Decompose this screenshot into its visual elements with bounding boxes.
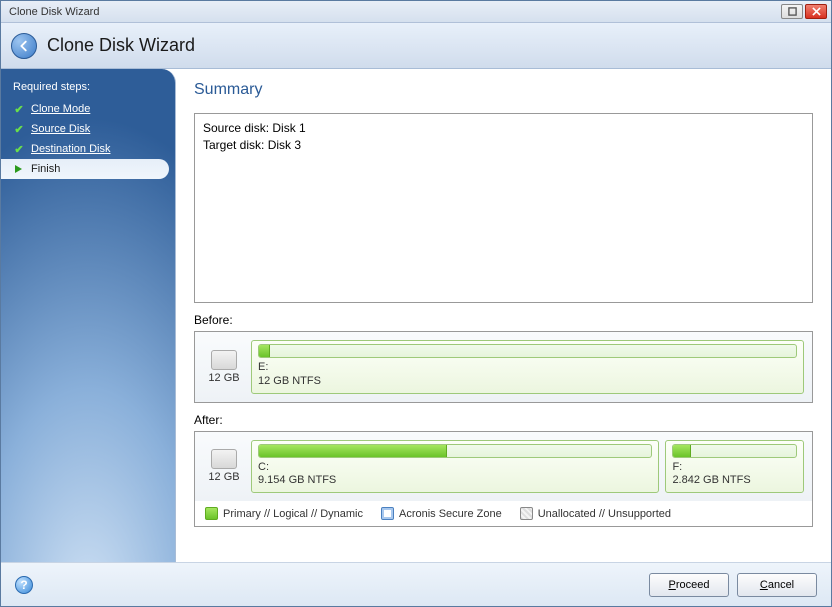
legend-swatch-green xyxy=(205,507,218,520)
legend-primary: Primary // Logical // Dynamic xyxy=(205,507,363,520)
proceed-label: roceed xyxy=(676,579,710,591)
window-controls xyxy=(781,4,827,19)
step-label[interactable]: Destination Disk xyxy=(31,143,110,155)
disk-icon xyxy=(211,449,237,469)
partition-label: F: 2.842 GB NTFS xyxy=(672,461,797,489)
partition-e[interactable]: E: 12 GB NTFS xyxy=(251,340,804,394)
legend-swatch-blue xyxy=(381,507,394,520)
main-panel: Summary Source disk: Disk 1 Target disk:… xyxy=(176,69,831,562)
partition-label: E: 12 GB NTFS xyxy=(258,361,797,389)
legend-unallocated: Unallocated // Unsupported xyxy=(520,507,671,520)
partition-bar-fill xyxy=(673,445,690,457)
after-disk-frame: 12 GB C: 9.154 GB NTFS xyxy=(194,431,813,502)
summary-textbox: Source disk: Disk 1 Target disk: Disk 3 xyxy=(194,113,813,303)
target-disk-line: Target disk: Disk 3 xyxy=(203,137,804,154)
sidebar-step-clone-mode[interactable]: ✔ Clone Mode xyxy=(1,99,175,119)
legend-swatch-gray xyxy=(520,507,533,520)
body: Required steps: ✔ Clone Mode ✔ Source Di… xyxy=(1,69,831,562)
check-icon: ✔ xyxy=(13,143,25,155)
legend-secure-zone: Acronis Secure Zone xyxy=(381,507,502,520)
partition-bar xyxy=(258,344,797,358)
source-disk-line: Source disk: Disk 1 xyxy=(203,120,804,137)
back-button[interactable] xyxy=(11,33,37,59)
step-label: Finish xyxy=(31,163,60,175)
partition-f[interactable]: F: 2.842 GB NTFS xyxy=(665,440,804,494)
sidebar-step-source-disk[interactable]: ✔ Source Disk xyxy=(1,119,175,139)
check-icon: ✔ xyxy=(13,123,25,135)
before-disk-frame: 12 GB E: 12 GB NTFS xyxy=(194,331,813,403)
window-title: Clone Disk Wizard xyxy=(5,6,781,18)
disk-size: 12 GB xyxy=(208,372,239,384)
sidebar: Required steps: ✔ Clone Mode ✔ Source Di… xyxy=(1,69,176,562)
arrow-right-icon xyxy=(13,163,25,175)
close-button[interactable] xyxy=(805,4,827,19)
partition-c[interactable]: C: 9.154 GB NTFS xyxy=(251,440,659,494)
header: Clone Disk Wizard xyxy=(1,23,831,69)
disk-row: 12 GB C: 9.154 GB NTFS xyxy=(203,440,804,494)
wizard-window: Clone Disk Wizard Clone Disk Wizard Requ… xyxy=(0,0,832,607)
cancel-button[interactable]: Cancel xyxy=(737,573,817,597)
help-icon[interactable]: ? xyxy=(15,576,33,594)
partition-bar xyxy=(672,444,797,458)
before-label: Before: xyxy=(194,313,813,327)
titlebar: Clone Disk Wizard xyxy=(1,1,831,23)
partition-label: C: 9.154 GB NTFS xyxy=(258,461,652,489)
disk-size: 12 GB xyxy=(208,471,239,483)
sidebar-step-finish[interactable]: Finish xyxy=(1,159,169,179)
after-label: After: xyxy=(194,413,813,427)
header-title: Clone Disk Wizard xyxy=(47,35,195,56)
disk-row: 12 GB E: 12 GB NTFS xyxy=(203,340,804,394)
sidebar-step-destination-disk[interactable]: ✔ Destination Disk xyxy=(1,139,175,159)
step-label[interactable]: Source Disk xyxy=(31,123,90,135)
legend: Primary // Logical // Dynamic Acronis Se… xyxy=(194,501,813,527)
disk-icon-block: 12 GB xyxy=(203,440,245,494)
disk-icon xyxy=(211,350,237,370)
partition-container: E: 12 GB NTFS xyxy=(251,340,804,394)
partition-bar-fill xyxy=(259,345,270,357)
proceed-button[interactable]: Proceed xyxy=(649,573,729,597)
partition-container: C: 9.154 GB NTFS F: 2.842 GB NTFS xyxy=(251,440,804,494)
page-title: Summary xyxy=(194,81,813,99)
disk-icon-block: 12 GB xyxy=(203,340,245,394)
partition-bar-fill xyxy=(259,445,447,457)
cancel-label: ancel xyxy=(768,579,794,591)
step-label[interactable]: Clone Mode xyxy=(31,103,90,115)
sidebar-separator xyxy=(1,179,169,189)
maximize-button[interactable] xyxy=(781,4,803,19)
footer: ? Proceed Cancel xyxy=(1,562,831,606)
partition-bar xyxy=(258,444,652,458)
sidebar-heading: Required steps: xyxy=(1,79,175,99)
check-icon: ✔ xyxy=(13,103,25,115)
